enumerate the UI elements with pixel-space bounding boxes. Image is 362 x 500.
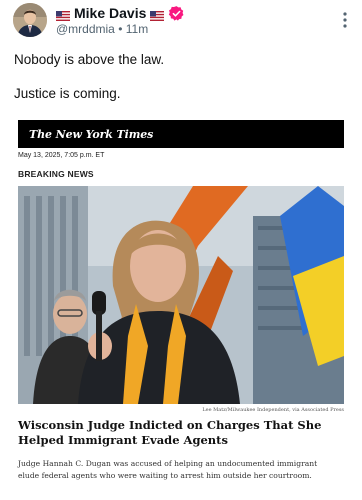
photo-credit: Lee Matz/Milwaukee Independent, via Asso… xyxy=(202,407,344,413)
more-vertical-icon[interactable] xyxy=(342,10,348,30)
breaking-news-label: BREAKING NEWS xyxy=(18,169,94,179)
article-summary: Judge Hannah C. Dugan was accused of hel… xyxy=(18,459,318,480)
author-name-row: Mike Davis xyxy=(56,4,185,22)
author-handle[interactable]: @mrddmia xyxy=(56,22,115,36)
post: Mike Davis @mrddmia • 11m Nobody is abov… xyxy=(0,0,362,500)
article-date: May 13, 2025, 7:05 p.m. ET xyxy=(18,152,105,159)
post-timestamp[interactable]: 11m xyxy=(126,22,148,36)
avatar[interactable] xyxy=(13,3,47,37)
author-display-name[interactable]: Mike Davis xyxy=(74,5,146,21)
article-headline[interactable]: Wisconsin Judge Indicted on Charges That… xyxy=(18,418,344,448)
masthead: The New York Times xyxy=(18,120,344,148)
post-text-line: Nobody is above the law. xyxy=(14,52,165,67)
publication-logo: The New York Times xyxy=(29,127,154,141)
verified-badge-icon xyxy=(168,5,185,22)
post-text-line: Justice is coming. xyxy=(14,86,121,101)
news-card[interactable]: The New York Times May 13, 2025, 7:05 p.… xyxy=(13,115,349,500)
us-flag-icon xyxy=(150,8,165,21)
article-photo xyxy=(18,186,344,404)
us-flag-icon xyxy=(56,8,70,21)
author-meta: @mrddmia • 11m xyxy=(56,22,148,36)
meta-separator: • xyxy=(118,22,123,36)
